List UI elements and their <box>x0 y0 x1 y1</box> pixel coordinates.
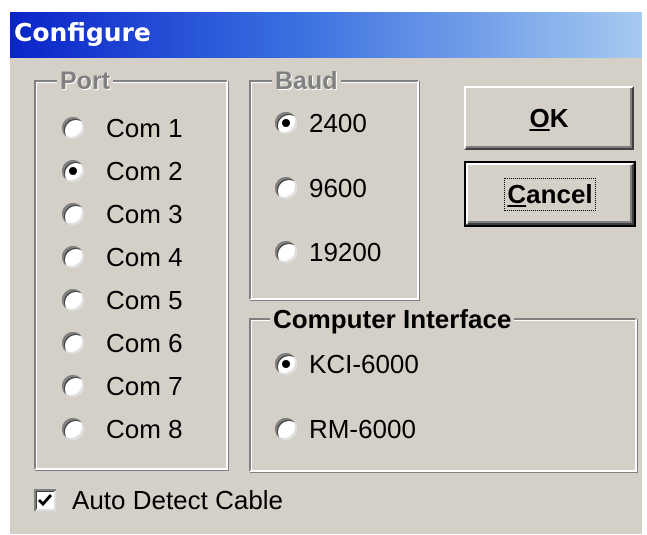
auto-detect-cable-checkbox[interactable] <box>34 489 56 511</box>
computer-interface-legend: Computer Interface <box>270 306 515 332</box>
ok-rest: K <box>549 102 569 133</box>
port-com5-radio[interactable] <box>62 289 84 311</box>
cancel-mnemonic: C <box>507 178 527 209</box>
interface-kci6000-radio[interactable] <box>275 353 297 375</box>
auto-detect-cable-row[interactable]: Auto Detect Cable <box>34 484 283 516</box>
port-group-legend: Port <box>57 68 113 94</box>
port-option-com7[interactable]: Com 7 <box>62 371 183 401</box>
port-com7-radio[interactable] <box>62 375 84 397</box>
interface-option-rm6000[interactable]: RM-6000 <box>275 414 416 444</box>
port-option-com3[interactable]: Com 3 <box>62 199 183 229</box>
ok-mnemonic: O <box>529 102 550 133</box>
baud-option-2400[interactable]: 2400 <box>275 108 367 138</box>
port-option-com5[interactable]: Com 5 <box>62 285 183 315</box>
baud-option-9600[interactable]: 9600 <box>275 173 367 203</box>
port-com1-radio[interactable] <box>62 117 84 139</box>
dialog-title: Configure <box>14 18 151 47</box>
baud-option-19200[interactable]: 19200 <box>275 237 381 267</box>
port-com3-radio[interactable] <box>62 203 84 225</box>
interface-option-kci6000[interactable]: KCI-6000 <box>275 349 419 379</box>
auto-detect-cable-label: Auto Detect Cable <box>72 484 284 515</box>
port-com2-radio[interactable] <box>62 160 84 182</box>
baud-2400-radio[interactable] <box>275 112 297 134</box>
baud-19200-label: 19200 <box>309 236 382 267</box>
interface-kci6000-label: KCI-6000 <box>309 348 419 379</box>
ok-button-label: OK <box>529 103 568 134</box>
port-option-com8[interactable]: Com 8 <box>62 414 183 444</box>
port-com4-label: Com 4 <box>106 241 183 272</box>
port-com1-label: Com 1 <box>106 112 183 143</box>
computer-interface-group <box>249 318 637 472</box>
cancel-button[interactable]: Cancel <box>464 161 636 227</box>
title-bar[interactable]: Configure <box>10 12 642 58</box>
interface-rm6000-label: RM-6000 <box>309 413 416 444</box>
ok-button[interactable]: OK <box>464 86 634 150</box>
port-com4-radio[interactable] <box>62 246 84 268</box>
baud-9600-label: 9600 <box>309 172 367 203</box>
port-com6-label: Com 6 <box>106 327 183 358</box>
port-com2-label: Com 2 <box>106 155 183 186</box>
port-com3-label: Com 3 <box>106 198 183 229</box>
cancel-rest: ancel <box>526 178 593 209</box>
baud-9600-radio[interactable] <box>275 177 297 199</box>
port-option-com4[interactable]: Com 4 <box>62 242 183 272</box>
interface-rm6000-radio[interactable] <box>275 418 297 440</box>
port-com6-radio[interactable] <box>62 332 84 354</box>
port-com7-label: Com 7 <box>106 370 183 401</box>
configure-dialog: Configure Port Com 1 Com 2 Com 3 Com 4 C… <box>10 12 642 534</box>
baud-group-legend: Baud <box>272 68 341 94</box>
port-option-com2[interactable]: Com 2 <box>62 156 183 186</box>
baud-19200-radio[interactable] <box>275 241 297 263</box>
port-com8-label: Com 8 <box>106 413 183 444</box>
port-com5-label: Com 5 <box>106 284 183 315</box>
baud-2400-label: 2400 <box>309 107 367 138</box>
port-option-com1[interactable]: Com 1 <box>62 113 183 143</box>
port-option-com6[interactable]: Com 6 <box>62 328 183 358</box>
checkmark-icon <box>37 494 53 507</box>
cancel-button-label: Cancel <box>504 177 596 211</box>
port-com8-radio[interactable] <box>62 418 84 440</box>
